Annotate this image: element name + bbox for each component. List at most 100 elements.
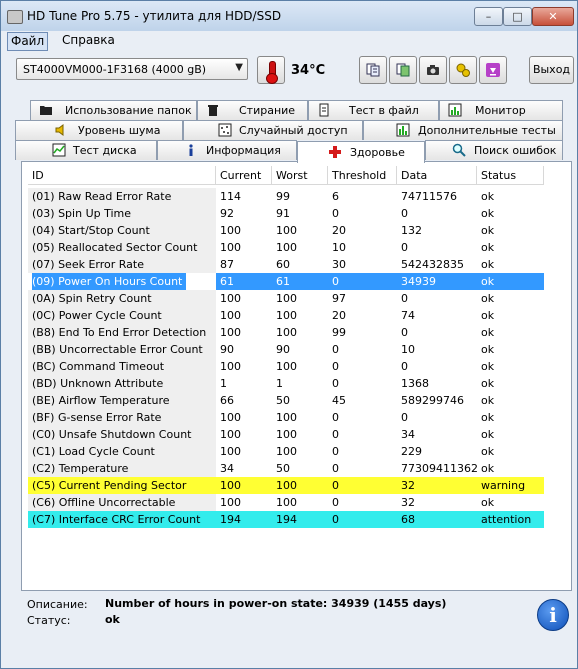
cell-status-text: ok <box>481 258 495 271</box>
tab-erase[interactable]: Стирание <box>197 100 308 120</box>
tab-extra-tests[interactable]: Дополнительные тесты <box>363 120 563 140</box>
tab-information[interactable]: Информация <box>157 140 297 160</box>
cell-threshold-text: 0 <box>332 275 339 288</box>
tab-noise-level[interactable]: Уровень шума <box>15 120 183 140</box>
cell-status-text: ok <box>481 411 495 424</box>
tab-disk-test[interactable]: Тест диска <box>15 140 157 160</box>
table-row[interactable]: (0C) Power Cycle Count 100 100 20 74 ok <box>28 307 544 324</box>
cell-data: 0 <box>397 205 477 222</box>
cell-data-text: 0 <box>401 326 408 339</box>
description-value: Number of hours in power-on state: 34939… <box>105 597 447 610</box>
cell-status-text: ok <box>481 207 495 220</box>
tab-label: Тест в файл <box>349 104 419 117</box>
cell-worst: 60 <box>272 256 328 273</box>
cell-threshold-text: 6 <box>332 190 339 203</box>
cell-threshold: 0 <box>328 494 397 511</box>
table-row[interactable]: (03) Spin Up Time 92 91 0 0 ok <box>28 205 544 222</box>
table-row[interactable]: (01) Raw Read Error Rate 114 99 6 74711576 ok <box>28 188 544 205</box>
save-button[interactable] <box>389 56 417 84</box>
settings-icon <box>456 63 470 77</box>
column-header-threshold[interactable]: Threshold <box>328 166 397 185</box>
cell-id: (C5) Current Pending Sector <box>28 477 216 494</box>
cell-threshold: 0 <box>328 460 397 477</box>
column-header-data[interactable]: Data <box>397 166 477 185</box>
exit-button[interactable]: Выход <box>529 56 574 84</box>
maximize-button[interactable]: □ <box>503 7 532 26</box>
menu-help[interactable]: Справка <box>59 32 118 49</box>
copy-button[interactable] <box>359 56 387 84</box>
table-row[interactable]: (C1) Load Cycle Count 100 100 0 229 ok <box>28 443 544 460</box>
table-row[interactable]: (0A) Spin Retry Count 100 100 97 0 ok <box>28 290 544 307</box>
cell-data: 34 <box>397 426 477 443</box>
table-row[interactable]: (C6) Offline Uncorrectable 100 100 0 32 ok <box>28 494 544 511</box>
cell-id-text: (09) Power On Hours Count <box>32 273 187 290</box>
cell-current-text: 100 <box>220 326 241 339</box>
cell-worst-text: 100 <box>276 411 297 424</box>
table-row[interactable]: (C7) Interface CRC Error Count 194 194 0 68 a… <box>28 511 544 528</box>
tab-health[interactable]: Здоровье <box>297 141 425 163</box>
info-button[interactable]: i <box>537 599 569 631</box>
column-header-current[interactable]: Current <box>216 166 272 185</box>
tab-error-scan[interactable]: Поиск ошибок <box>425 140 563 160</box>
temperature-button[interactable] <box>257 56 285 84</box>
tab-random-access[interactable]: Случайный доступ <box>183 120 363 140</box>
table-row[interactable]: (BB) Uncorrectable Error Count 90 90 0 10 ok <box>28 341 544 358</box>
cell-data-text: 542432835 <box>401 258 464 271</box>
table-row[interactable]: (B8) End To End Error Detection 100 100 99 0… <box>28 324 544 341</box>
column-header-worst[interactable]: Worst <box>272 166 328 185</box>
column-header-status[interactable]: Status <box>477 166 544 185</box>
cell-worst: 91 <box>272 205 328 222</box>
download-button[interactable] <box>479 56 507 84</box>
table-row[interactable]: (BF) G-sense Error Rate 100 100 0 0 ok <box>28 409 544 426</box>
cell-current: 66 <box>216 392 272 409</box>
close-button[interactable]: ✕ <box>532 7 574 26</box>
table-row[interactable]: (07) Seek Error Rate 87 60 30 542432835 ok <box>28 256 544 273</box>
cell-id: (09) Power On Hours Count <box>28 273 216 290</box>
tab-folder-usage[interactable]: Использование папок <box>30 100 197 120</box>
minimize-button[interactable]: – <box>474 7 503 26</box>
cell-data-text: 74711576 <box>401 190 457 203</box>
cell-threshold-text: 20 <box>332 224 346 237</box>
cell-current: 194 <box>216 511 272 528</box>
tab-label: Здоровье <box>350 146 405 159</box>
screenshot-button[interactable] <box>419 56 447 84</box>
table-row[interactable]: (BC) Command Timeout 100 100 0 0 ok <box>28 358 544 375</box>
cell-id: (04) Start/Stop Count <box>28 222 216 239</box>
cell-status: attention <box>477 511 544 528</box>
cell-id-text: (BD) Unknown Attribute <box>32 377 164 390</box>
table-row[interactable]: (C0) Unsafe Shutdown Count 100 100 0 34 ok <box>28 426 544 443</box>
cell-threshold: 0 <box>328 426 397 443</box>
tab-file-test[interactable]: Тест в файл <box>308 100 439 120</box>
cell-worst: 1 <box>272 375 328 392</box>
table-row[interactable]: (BD) Unknown Attribute 1 1 0 1368 ok <box>28 375 544 392</box>
cell-threshold-text: 0 <box>332 428 339 441</box>
cell-current-text: 34 <box>220 462 234 475</box>
table-row[interactable]: (C2) Temperature 34 50 0 77309411362 ok <box>28 460 544 477</box>
cell-id-text: (C1) Load Cycle Count <box>32 445 155 458</box>
smart-attributes-table[interactable]: ID Current Worst Threshold Data Status (… <box>28 166 544 546</box>
cell-threshold: 45 <box>328 392 397 409</box>
table-row[interactable]: (BE) Airflow Temperature 66 50 45 589299746 o… <box>28 392 544 409</box>
cell-status-text: ok <box>481 462 495 475</box>
cell-id: (07) Seek Error Rate <box>28 256 216 273</box>
options-button[interactable] <box>449 56 477 84</box>
table-row[interactable]: (C5) Current Pending Sector 100 100 0 32 warn… <box>28 477 544 494</box>
column-header-id[interactable]: ID <box>28 166 216 185</box>
cell-worst-text: 91 <box>276 207 290 220</box>
cell-data: 68 <box>397 511 477 528</box>
cell-data: 0 <box>397 290 477 307</box>
tab-disk-monitor[interactable]: Монитор Диска <box>439 100 563 135</box>
cell-current-text: 100 <box>220 309 241 322</box>
table-row[interactable]: (04) Start/Stop Count 100 100 20 132 ok <box>28 222 544 239</box>
cell-threshold: 0 <box>328 443 397 460</box>
drive-select[interactable]: ST4000VM000-1F3168 (4000 gB) ▼ <box>16 58 248 80</box>
cell-data: 34939 <box>397 273 477 290</box>
table-row[interactable]: (09) Power On Hours Count 61 61 0 34939 ok <box>28 273 544 290</box>
cell-threshold-text: 0 <box>332 479 339 492</box>
cell-status: ok <box>477 409 544 426</box>
table-row[interactable]: (05) Reallocated Sector Count 100 100 10 0 ok <box>28 239 544 256</box>
cell-status-text: ok <box>481 343 495 356</box>
cell-data-text: 32 <box>401 496 415 509</box>
menu-file[interactable]: Файл <box>7 32 49 51</box>
cell-id: (C1) Load Cycle Count <box>28 443 216 460</box>
